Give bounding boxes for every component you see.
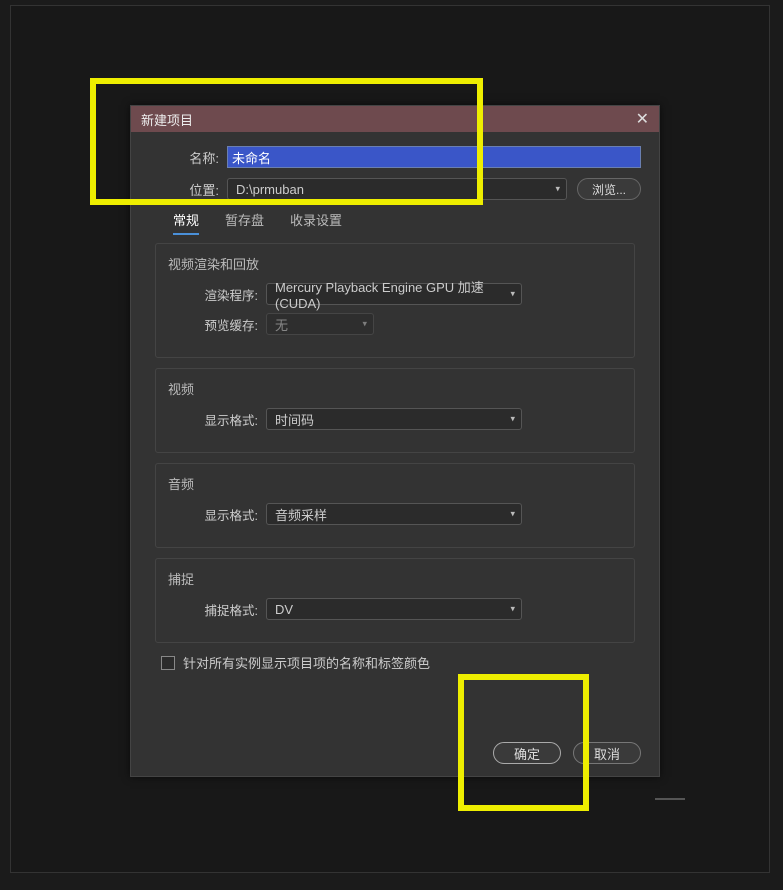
- location-value: D:\prmuban: [236, 182, 304, 197]
- location-label: 位置:: [149, 180, 219, 199]
- panel-title-capture: 捕捉: [168, 569, 622, 588]
- tab-scratch[interactable]: 暂存盘: [225, 210, 264, 235]
- project-name-input[interactable]: [227, 146, 641, 168]
- chevron-down-icon: ▾: [555, 184, 560, 195]
- renderer-label: 渲染程序:: [168, 285, 258, 304]
- capture-format-label: 捕捉格式:: [168, 600, 258, 619]
- panel-title-audio: 音频: [168, 474, 622, 493]
- tab-ingest[interactable]: 收录设置: [290, 210, 342, 235]
- chevron-down-icon: ▾: [510, 289, 515, 300]
- decorative-line: [655, 798, 685, 800]
- chevron-down-icon: ▾: [510, 414, 515, 425]
- tab-general[interactable]: 常规: [173, 210, 199, 235]
- name-label: 名称:: [149, 148, 219, 167]
- tabs: 常规 暂存盘 收录设置: [173, 210, 641, 235]
- audio-format-label: 显示格式:: [168, 505, 258, 524]
- new-project-dialog: 新建项目 ✕ 名称: 位置: D:\prmuban ▾ 浏览... 常规 暂存盘…: [130, 105, 660, 777]
- ok-button[interactable]: 确定: [493, 742, 561, 764]
- preview-cache-label: 预览缓存:: [168, 315, 258, 334]
- capture-format-dropdown[interactable]: DV ▾: [266, 598, 522, 620]
- panel-capture: 捕捉 捕捉格式: DV ▾: [155, 558, 635, 643]
- panel-audio: 音频 显示格式: 音频采样 ▾: [155, 463, 635, 548]
- show-names-checkbox-row[interactable]: 针对所有实例显示项目项的名称和标签颜色: [161, 653, 641, 672]
- panel-video-render: 视频渲染和回放 渲染程序: Mercury Playback Engine GP…: [155, 243, 635, 358]
- chevron-down-icon: ▾: [362, 319, 367, 330]
- panel-title-video: 视频: [168, 379, 622, 398]
- panel-title-video-render: 视频渲染和回放: [168, 254, 622, 273]
- dialog-titlebar: 新建项目 ✕: [131, 106, 659, 132]
- audio-format-dropdown[interactable]: 音频采样 ▾: [266, 503, 522, 525]
- location-dropdown[interactable]: D:\prmuban ▾: [227, 178, 567, 200]
- checkbox-icon[interactable]: [161, 656, 175, 670]
- chevron-down-icon: ▾: [510, 509, 515, 520]
- cancel-button[interactable]: 取消: [573, 742, 641, 764]
- browse-button[interactable]: 浏览...: [577, 178, 641, 200]
- chevron-down-icon: ▾: [510, 604, 515, 615]
- close-icon[interactable]: ✕: [636, 109, 649, 129]
- checkbox-label: 针对所有实例显示项目项的名称和标签颜色: [183, 653, 430, 672]
- dialog-title: 新建项目: [141, 110, 193, 129]
- name-row: 名称:: [149, 146, 641, 168]
- panel-video: 视频 显示格式: 时间码 ▾: [155, 368, 635, 453]
- dialog-footer: 确定 取消: [493, 742, 641, 764]
- preview-cache-dropdown: 无 ▾: [266, 313, 374, 335]
- renderer-dropdown[interactable]: Mercury Playback Engine GPU 加速 (CUDA) ▾: [266, 283, 522, 305]
- dialog-body: 名称: 位置: D:\prmuban ▾ 浏览... 常规 暂存盘 收录设置 视…: [131, 132, 659, 682]
- location-row: 位置: D:\prmuban ▾ 浏览...: [149, 178, 641, 200]
- video-format-dropdown[interactable]: 时间码 ▾: [266, 408, 522, 430]
- video-format-label: 显示格式:: [168, 410, 258, 429]
